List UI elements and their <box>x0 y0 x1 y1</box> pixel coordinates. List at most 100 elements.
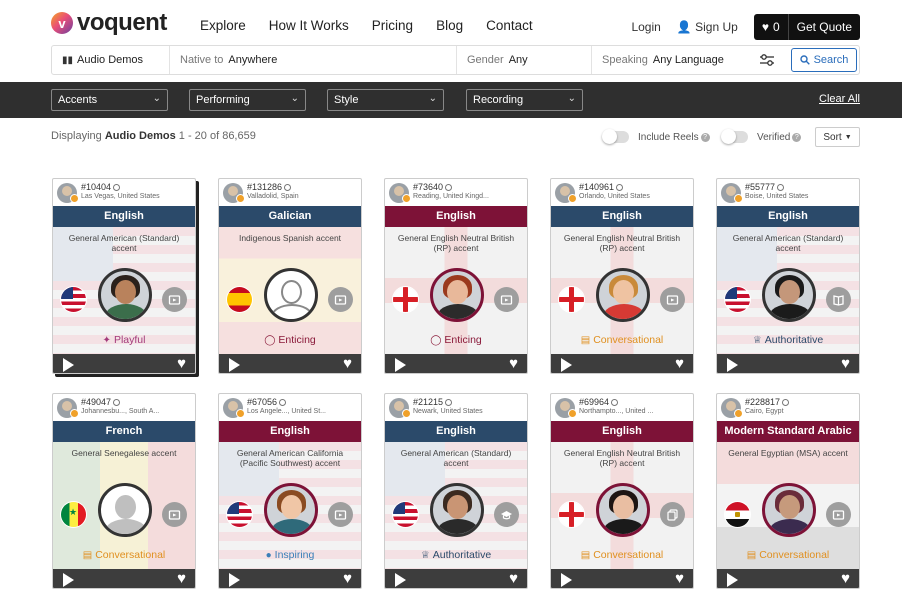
demo-card[interactable]: #69964 Northampto..., United ... English… <box>550 393 694 589</box>
clear-all-link[interactable]: Clear All <box>819 93 860 105</box>
play-icon[interactable] <box>561 573 572 587</box>
info-icon[interactable] <box>616 184 624 192</box>
talent-id[interactable]: #67056 <box>247 397 287 407</box>
demo-card[interactable]: #140961 Orlando, United States English G… <box>550 178 694 374</box>
get-quote-button[interactable]: Get Quote <box>787 14 860 40</box>
nav-how-it-works[interactable]: How It Works <box>269 18 349 33</box>
info-icon[interactable] <box>279 399 287 407</box>
verified-toggle[interactable] <box>721 129 748 144</box>
accents-dropdown[interactable]: Accents ⌄ <box>51 89 168 111</box>
help-icon[interactable]: ? <box>792 132 802 142</box>
advanced-filter-icon[interactable] <box>759 53 775 67</box>
heart-icon[interactable]: ♥ <box>675 571 684 587</box>
login-link[interactable]: Login <box>631 20 660 34</box>
video-demo-icon[interactable] <box>328 502 353 527</box>
talent-id[interactable]: #131286 <box>247 182 292 192</box>
play-icon[interactable] <box>727 573 738 587</box>
talent-portrait[interactable] <box>430 268 484 322</box>
native-to-field[interactable]: Native to Anywhere <box>170 46 457 74</box>
signup-link[interactable]: 👤 Sign Up <box>677 20 738 34</box>
talent-portrait[interactable] <box>762 483 816 537</box>
talent-id[interactable]: #55777 <box>745 182 785 192</box>
include-reels-toggle[interactable] <box>602 129 629 144</box>
demo-card[interactable]: #10404 Las Vegas, United States English … <box>52 178 196 374</box>
heart-icon[interactable]: ♥ <box>509 571 518 587</box>
talent-id[interactable]: #49047 <box>81 397 121 407</box>
style-label: Inspiring <box>274 549 315 561</box>
nav-blog[interactable]: Blog <box>436 18 463 33</box>
demo-card[interactable]: #228817 Cairo, Egypt Modern Standard Ara… <box>716 393 860 589</box>
demo-card[interactable]: #49047 Johannesbu..., South A... French … <box>52 393 196 589</box>
demo-card[interactable]: #73640 Reading, United Kingd... English … <box>384 178 528 374</box>
info-icon[interactable] <box>445 184 453 192</box>
native-value: Anywhere <box>228 54 278 66</box>
video-demo-icon[interactable] <box>660 287 685 312</box>
demo-card[interactable]: #55777 Boise, United States English Gene… <box>716 178 860 374</box>
language-banner: English <box>717 206 859 227</box>
info-icon[interactable] <box>284 184 292 192</box>
talent-id[interactable]: #228817 <box>745 397 790 407</box>
nav-pricing[interactable]: Pricing <box>372 18 413 33</box>
category-select[interactable]: ▮▮ Audio Demos <box>52 46 170 74</box>
play-icon[interactable] <box>229 573 240 587</box>
search-button[interactable]: Search <box>791 48 857 72</box>
heart-icon[interactable]: ♥ <box>177 571 186 587</box>
talent-id[interactable]: #69964 <box>579 397 619 407</box>
heart-icon[interactable]: ♥ <box>675 356 684 372</box>
heart-icon[interactable]: ♥ <box>841 356 850 372</box>
language-banner: English <box>551 206 693 227</box>
info-icon[interactable] <box>445 399 453 407</box>
talent-portrait-placeholder[interactable] <box>98 483 152 537</box>
speaking-field[interactable]: Speaking Any Language <box>592 46 752 74</box>
video-demo-icon[interactable] <box>826 502 851 527</box>
talent-portrait[interactable] <box>596 483 650 537</box>
recording-dropdown[interactable]: Recording ⌄ <box>466 89 583 111</box>
style-dropdown[interactable]: Style ⌄ <box>327 89 444 111</box>
demo-card[interactable]: #131286 Valladolid, Spain Galician Indig… <box>218 178 362 374</box>
video-demo-icon[interactable] <box>328 287 353 312</box>
performing-dropdown[interactable]: Performing ⌄ <box>189 89 306 111</box>
talent-portrait[interactable] <box>98 268 152 322</box>
video-demo-icon[interactable] <box>162 502 187 527</box>
talent-id[interactable]: #10404 <box>81 182 121 192</box>
play-icon[interactable] <box>395 358 406 372</box>
demo-card[interactable]: #67056 Los Angele..., United St... Engli… <box>218 393 362 589</box>
talent-portrait-placeholder[interactable] <box>264 268 318 322</box>
info-icon[interactable] <box>777 184 785 192</box>
talent-portrait[interactable] <box>430 483 484 537</box>
sort-dropdown[interactable]: Sort ▼ <box>815 127 860 147</box>
nav-explore[interactable]: Explore <box>200 18 246 33</box>
heart-icon[interactable]: ♥ <box>343 571 352 587</box>
info-icon[interactable] <box>611 399 619 407</box>
heart-icon[interactable]: ♥ <box>509 356 518 372</box>
talent-id[interactable]: #140961 <box>579 182 624 192</box>
play-icon[interactable] <box>229 358 240 372</box>
nav-contact[interactable]: Contact <box>486 18 533 33</box>
shortlist-button[interactable]: ♥ 0 <box>753 14 788 40</box>
help-icon[interactable]: ? <box>700 132 710 142</box>
book-icon[interactable] <box>826 287 851 312</box>
talent-id[interactable]: #73640 <box>413 182 453 192</box>
talent-portrait[interactable] <box>596 268 650 322</box>
education-icon[interactable] <box>494 502 519 527</box>
play-icon[interactable] <box>395 573 406 587</box>
demo-card[interactable]: #21215 Newark, United States English Gen… <box>384 393 528 589</box>
play-icon[interactable] <box>63 358 74 372</box>
play-icon[interactable] <box>561 358 572 372</box>
voquent-logo[interactable]: v voquent <box>51 9 167 37</box>
video-demo-icon[interactable] <box>494 287 519 312</box>
talent-portrait[interactable] <box>762 268 816 322</box>
talent-id[interactable]: #21215 <box>413 397 453 407</box>
play-icon[interactable] <box>63 573 74 587</box>
duplicate-icon[interactable] <box>660 502 685 527</box>
info-icon[interactable] <box>782 399 790 407</box>
heart-icon[interactable]: ♥ <box>177 356 186 372</box>
gender-field[interactable]: Gender Any <box>457 46 592 74</box>
talent-portrait[interactable] <box>264 483 318 537</box>
video-demo-icon[interactable] <box>162 287 187 312</box>
play-icon[interactable] <box>727 358 738 372</box>
info-icon[interactable] <box>113 184 121 192</box>
heart-icon[interactable]: ♥ <box>343 356 352 372</box>
heart-icon[interactable]: ♥ <box>841 571 850 587</box>
info-icon[interactable] <box>113 399 121 407</box>
